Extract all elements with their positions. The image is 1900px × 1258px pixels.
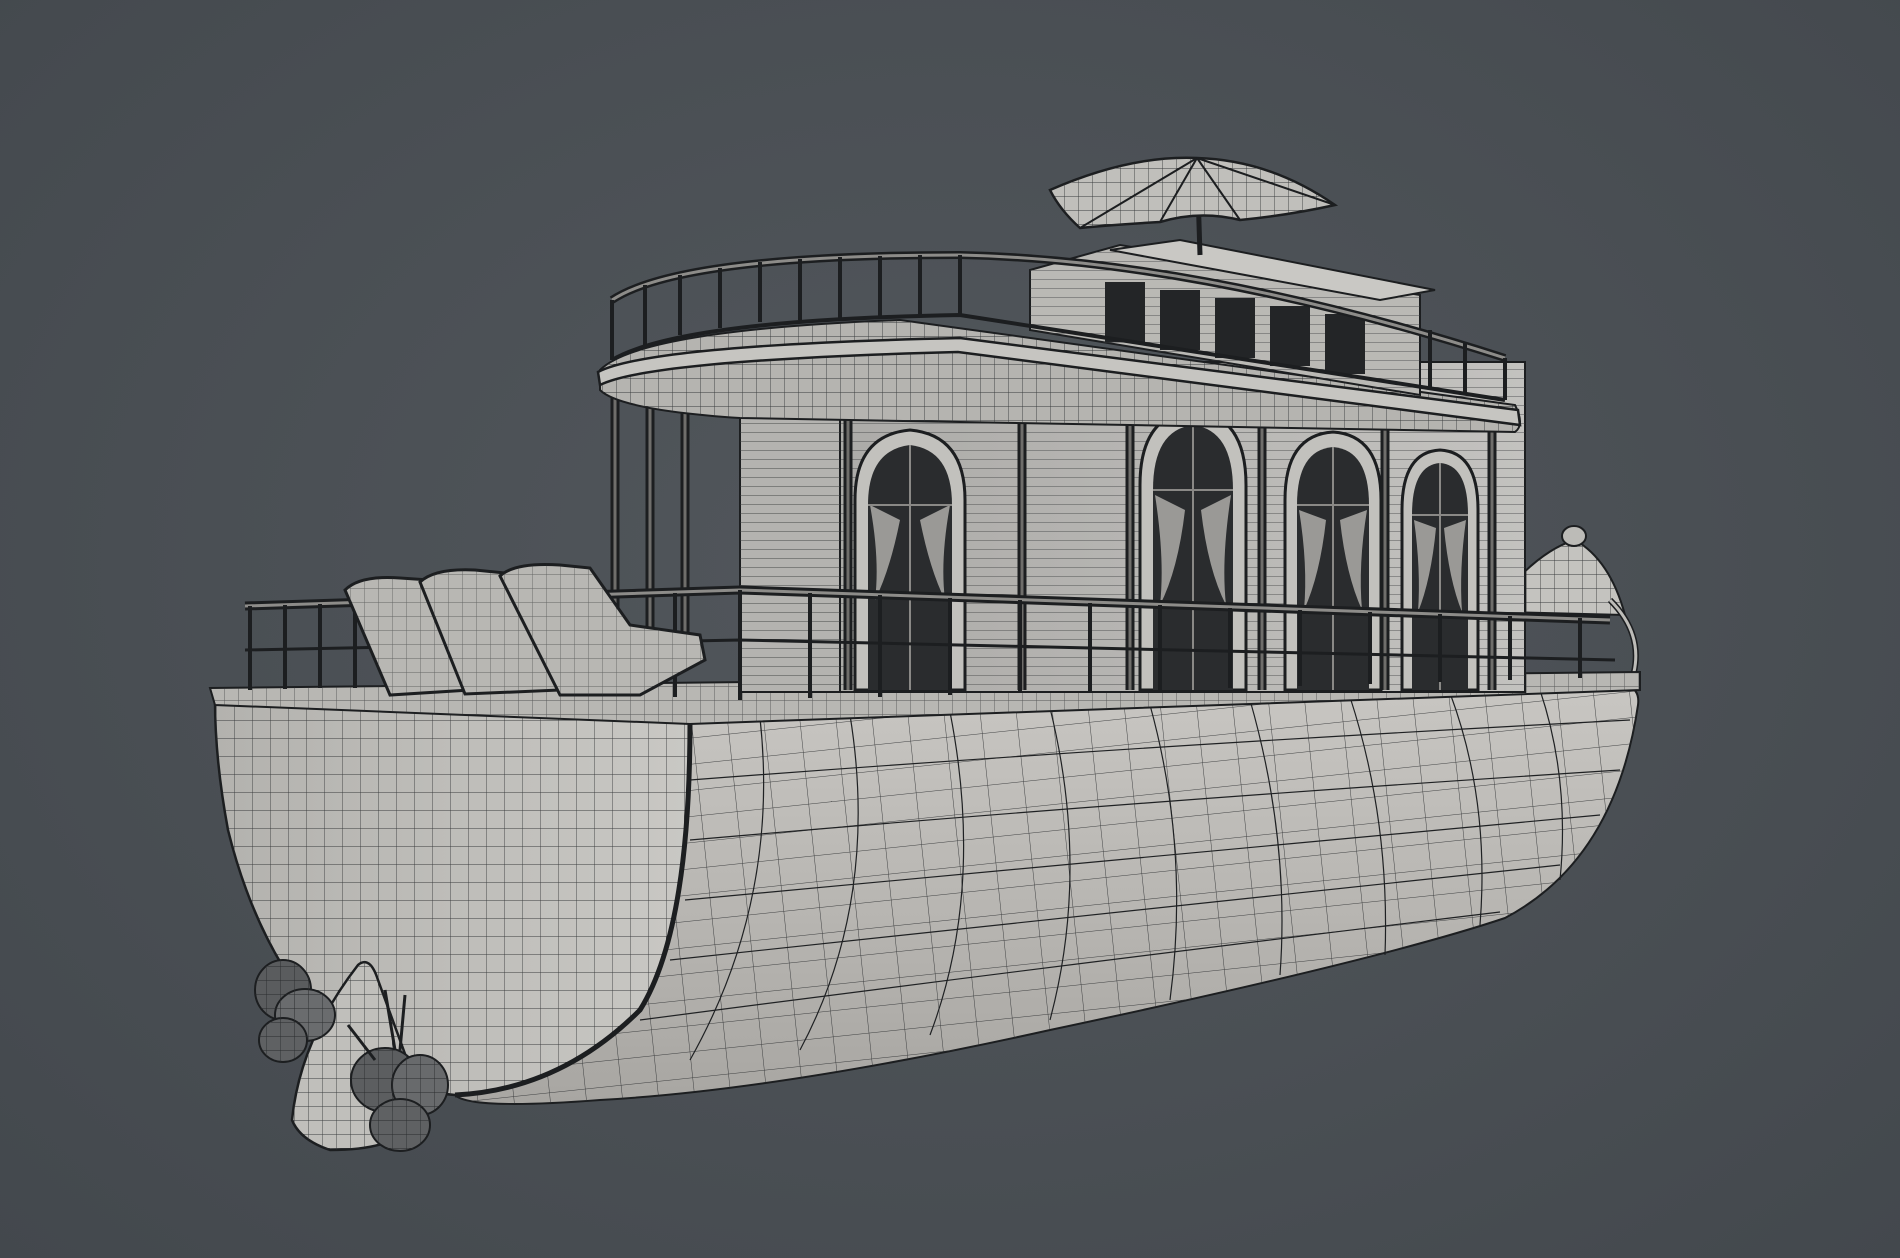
3d-viewport[interactable] <box>0 0 1900 1258</box>
umbrella <box>1048 156 1339 256</box>
houseboat-wireframe-render <box>208 156 1641 1152</box>
